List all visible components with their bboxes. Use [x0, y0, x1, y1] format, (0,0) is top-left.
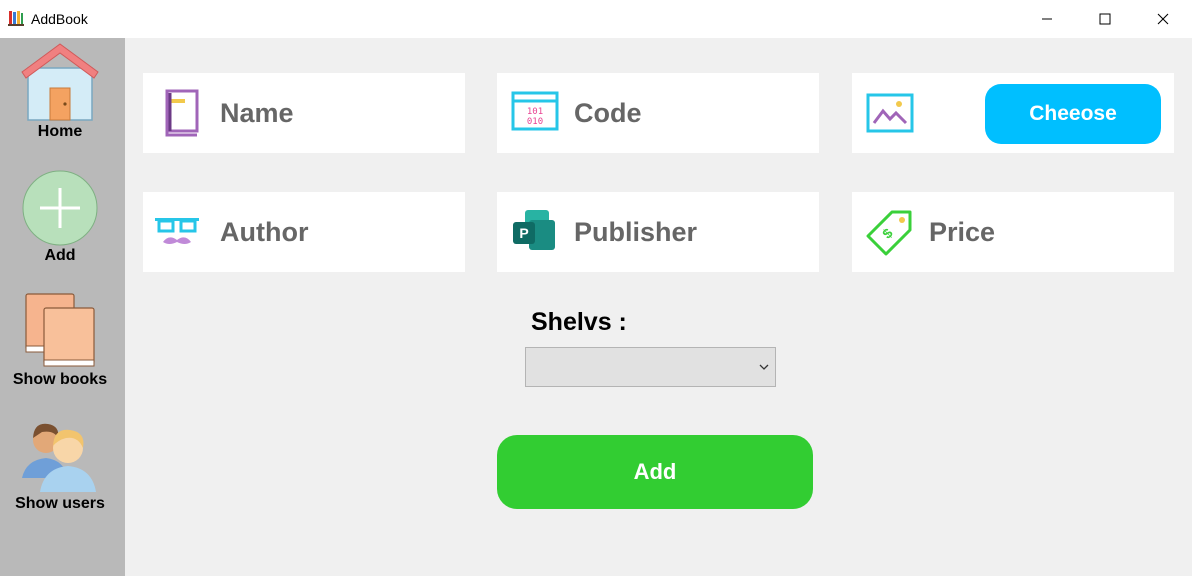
publisher-label: Publisher [574, 217, 698, 247]
sidebar-item-label: Home [37, 123, 83, 140]
maximize-icon [1099, 13, 1111, 25]
name-label: Name [220, 98, 294, 128]
svg-text:$: $ [879, 225, 896, 242]
shelves-label: Shelvs : [531, 308, 627, 336]
svg-text:010: 010 [527, 117, 543, 127]
book-form: Name 101 010 Code Cheeose Author P Publi… [125, 38, 1192, 576]
maximize-button[interactable] [1076, 0, 1134, 38]
price-field[interactable]: $ Price [852, 192, 1174, 272]
sidebar: Home Add Show books Show users [0, 38, 125, 576]
sidebar-item-add[interactable]: Add [0, 162, 125, 282]
close-button[interactable] [1134, 0, 1192, 38]
author-label: Author [220, 217, 309, 247]
image-icon [866, 93, 914, 133]
add-book-button[interactable]: Add [497, 435, 813, 509]
binary-code-icon: 101 010 [511, 91, 559, 131]
price-label: Price [929, 217, 996, 247]
book-icon [165, 89, 199, 137]
svg-text:P: P [519, 225, 528, 241]
sidebar-item-label: Show users [15, 495, 105, 512]
users-icon [22, 423, 96, 492]
books-stack-icon [25, 293, 95, 367]
choose-image-button[interactable]: Cheeose [985, 84, 1161, 144]
price-tag-icon: $ [866, 210, 912, 256]
publisher-app-icon: P [513, 210, 555, 250]
name-field[interactable]: Name [143, 73, 465, 153]
sidebar-item-show-users[interactable]: Show users [0, 410, 125, 530]
image-field: Cheeose [852, 73, 1174, 153]
publisher-field[interactable]: P Publisher [497, 192, 819, 272]
minimize-icon [1042, 18, 1052, 20]
code-label: Code [574, 98, 642, 128]
sidebar-item-label: Add [44, 247, 76, 264]
minimize-button[interactable] [1018, 0, 1076, 38]
glasses-mustache-icon [155, 218, 199, 244]
house-icon [21, 43, 99, 121]
chevron-down-icon [759, 364, 769, 370]
books-icon [8, 11, 24, 26]
svg-text:101: 101 [527, 107, 543, 117]
sidebar-item-label: Show books [12, 371, 108, 388]
window-title: AddBook [31, 11, 88, 27]
close-icon [1157, 13, 1169, 25]
author-field[interactable]: Author [143, 192, 465, 272]
sidebar-item-show-books[interactable]: Show books [0, 286, 125, 406]
sidebar-item-home[interactable]: Home [0, 38, 125, 158]
title-bar: AddBook [0, 0, 1192, 38]
code-field[interactable]: 101 010 Code [497, 73, 819, 153]
plus-circle-icon [22, 170, 98, 246]
shelves-dropdown[interactable] [525, 347, 776, 387]
